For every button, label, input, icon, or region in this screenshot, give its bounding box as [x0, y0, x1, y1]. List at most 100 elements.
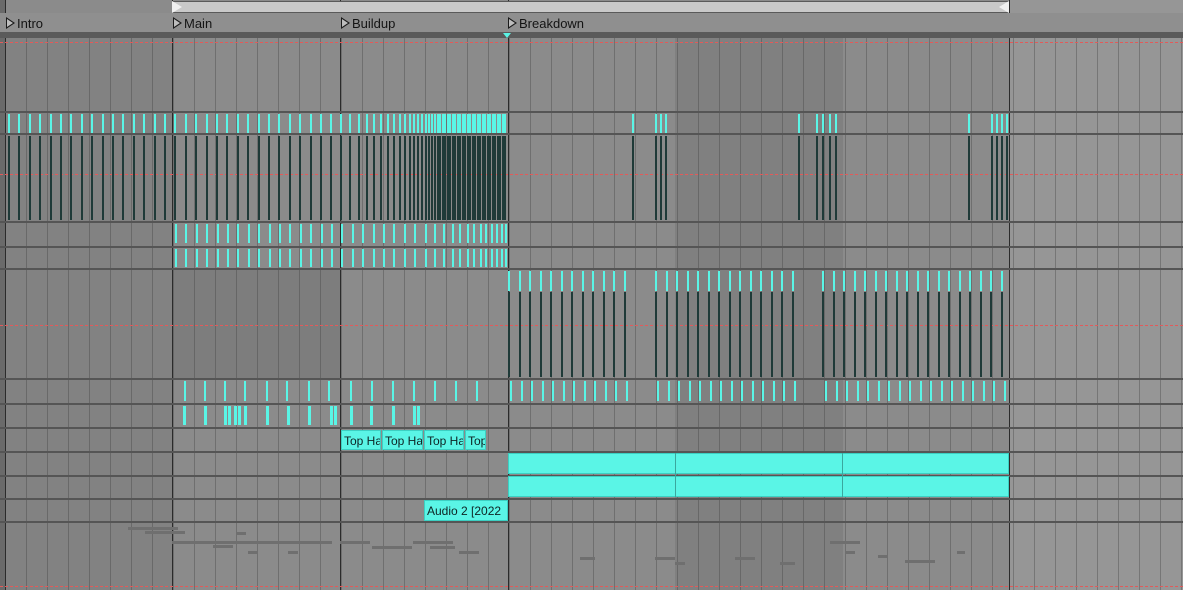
clip-audio-2[interactable]: Audio 2 [2022	[424, 500, 508, 521]
hit-mark	[237, 249, 239, 267]
hit-mark	[491, 249, 493, 267]
hit-mark	[899, 381, 901, 401]
grid-line	[110, 36, 111, 590]
grid-line	[26, 36, 27, 590]
insert-marker-icon[interactable]	[503, 33, 511, 38]
waveform-hit	[835, 136, 837, 220]
loop-brace[interactable]	[172, 1, 1009, 13]
hit-mark	[996, 114, 998, 133]
midi-note	[580, 557, 595, 560]
waveform-hit	[459, 136, 461, 220]
audio-clip-long-2[interactable]	[508, 476, 1009, 497]
hit-mark	[269, 249, 271, 267]
hit-mark	[888, 381, 890, 401]
section-line	[5, 0, 6, 590]
waveform-hit	[330, 136, 332, 220]
hit-mark	[494, 114, 496, 133]
arrangement-view[interactable]: Intro Main Buildup Breakdown Top Hat Top…	[0, 0, 1183, 590]
hit-mark	[959, 271, 961, 291]
hit-mark	[459, 224, 461, 243]
hit-mark	[938, 271, 940, 291]
waveform-hit	[996, 136, 998, 220]
hit-mark	[948, 271, 950, 291]
hit-mark	[183, 406, 186, 425]
hit-mark	[615, 381, 617, 401]
hit-mark	[798, 114, 800, 133]
midi-note	[830, 541, 860, 544]
grid-line	[908, 36, 909, 590]
hit-mark	[248, 249, 250, 267]
loop-start-marker[interactable]	[172, 1, 182, 13]
hit-mark	[310, 224, 312, 243]
hit-mark	[632, 114, 634, 133]
waveform-hit	[226, 136, 228, 220]
hit-mark	[857, 381, 859, 401]
loop-end-marker[interactable]	[999, 1, 1009, 13]
audio-clip-long-1[interactable]	[508, 453, 1009, 474]
hit-mark	[196, 224, 198, 243]
clip-top-hat-1[interactable]: Top Hat	[341, 430, 381, 450]
hit-mark	[752, 381, 754, 401]
clip-top-hat-2[interactable]: Top Hat	[382, 430, 423, 450]
hit-mark	[362, 224, 364, 243]
hit-mark	[392, 406, 395, 425]
hit-mark	[248, 224, 250, 243]
clip-top-hat-4[interactable]: Top	[465, 430, 486, 450]
track-separator	[0, 378, 1183, 380]
hit-mark	[561, 271, 563, 291]
waveform-hit	[792, 292, 794, 377]
hit-mark	[216, 114, 218, 133]
hit-mark	[237, 224, 239, 243]
hit-mark	[480, 249, 482, 267]
locator-main[interactable]: Main	[173, 14, 212, 32]
hit-mark	[330, 114, 332, 133]
waveform-hit	[718, 292, 720, 377]
waveform-hit	[289, 136, 291, 220]
clip-top-hat-3[interactable]: Top Hat	[424, 430, 464, 450]
hit-mark	[425, 249, 427, 267]
hit-mark	[491, 224, 493, 243]
hit-mark	[175, 249, 177, 267]
hit-mark	[434, 249, 436, 267]
hit-mark	[697, 271, 699, 291]
hit-mark	[496, 249, 498, 267]
clip-divider	[842, 453, 843, 497]
hit-mark	[983, 381, 985, 401]
locator-breakdown[interactable]: Breakdown	[508, 14, 584, 32]
waveform-hit	[39, 136, 41, 220]
waveform-hit	[739, 292, 741, 377]
midi-note	[430, 546, 455, 549]
hit-mark	[370, 406, 373, 425]
locator-intro[interactable]: Intro	[6, 14, 43, 32]
waveform-hit	[885, 292, 887, 377]
locator-flag-icon	[6, 17, 15, 29]
locator-buildup[interactable]: Buildup	[341, 14, 395, 32]
hit-mark	[196, 249, 198, 267]
waveform-hit	[454, 136, 456, 220]
hit-mark	[217, 224, 219, 243]
hit-mark	[439, 114, 441, 133]
waveform-hit	[174, 136, 176, 220]
hit-mark	[521, 381, 523, 401]
grid-line	[47, 36, 48, 590]
waveform-hit	[660, 136, 662, 220]
hit-mark	[392, 381, 394, 401]
waveform-hit	[8, 136, 10, 220]
midi-note	[675, 562, 685, 565]
hit-mark	[266, 406, 269, 425]
hit-mark	[81, 114, 83, 133]
waveform-hit	[632, 136, 634, 220]
hit-mark	[334, 406, 337, 425]
midi-note	[735, 557, 755, 560]
hit-mark	[428, 114, 430, 133]
track-separator	[0, 268, 1183, 270]
hit-mark	[479, 114, 481, 133]
midi-note	[905, 560, 935, 563]
midi-note	[372, 546, 412, 549]
hit-mark	[279, 224, 281, 243]
hit-mark	[164, 114, 166, 133]
hit-mark	[552, 381, 554, 401]
hit-mark	[783, 381, 785, 401]
waveform-hit	[822, 136, 824, 220]
waveform-hit	[195, 136, 197, 220]
